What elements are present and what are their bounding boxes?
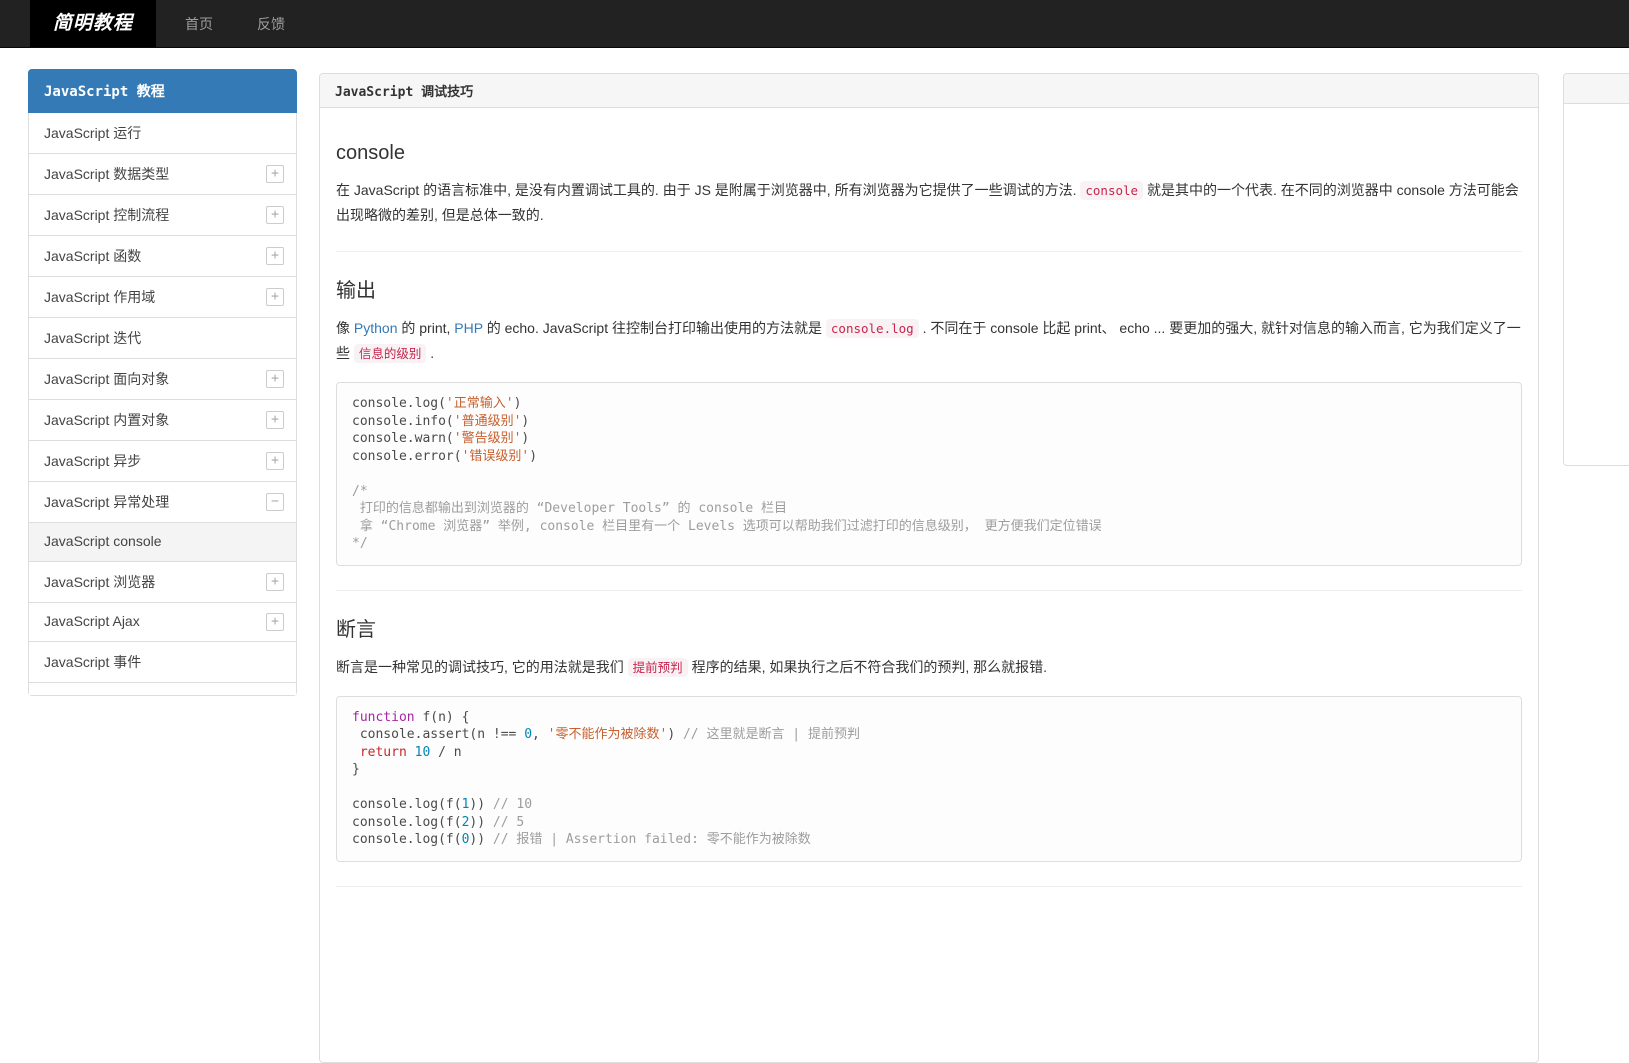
- inline-code: 信息的级别: [353, 344, 427, 363]
- sidebar-item-label: JavaScript 浏览器: [44, 574, 156, 590]
- sidebar-item-label: JavaScript 控制流程: [44, 207, 170, 223]
- sidebar: JavaScript 教程 JavaScript 运行 JavaScript 数据…: [28, 69, 297, 696]
- sidebar-item-label: JavaScript Ajax: [44, 613, 140, 629]
- sidebar-item[interactable]: JavaScript 迭代: [29, 318, 296, 359]
- minus-icon[interactable]: −: [266, 493, 284, 511]
- sidebar-item-label: JavaScript 迭代: [44, 330, 142, 346]
- sidebar-item-label: JavaScript 事件: [44, 654, 142, 670]
- sidebar-item[interactable]: JavaScript 事件: [29, 642, 296, 683]
- plus-icon[interactable]: +: [266, 452, 284, 470]
- sidebar-item[interactable]: JavaScript 运行: [29, 113, 296, 154]
- plus-icon[interactable]: +: [266, 288, 284, 306]
- sidebar-item[interactable]: JavaScript 作用域 +: [29, 277, 296, 318]
- paragraph: 像 Python 的 print, PHP 的 echo. JavaScript…: [336, 319, 1521, 363]
- sidebar-item-label: JavaScript 运行: [44, 125, 142, 141]
- plus-icon[interactable]: +: [266, 370, 284, 388]
- section-heading: 输出: [336, 280, 376, 302]
- section-heading: 断言: [336, 618, 376, 641]
- divider: [336, 251, 1522, 252]
- sidebar-item[interactable]: JavaScript Ajax +: [29, 603, 296, 642]
- plus-icon[interactable]: +: [266, 206, 284, 224]
- top-navbar: 简明教程 首页 反馈: [0, 0, 1629, 48]
- divider: [336, 885, 1522, 887]
- sidebar-item[interactable]: JavaScript 数据类型 +: [29, 154, 296, 195]
- sidebar-item[interactable]: JavaScript 控制流程 +: [29, 195, 296, 236]
- text-link[interactable]: PHP: [454, 320, 483, 336]
- plus-icon[interactable]: +: [266, 573, 284, 591]
- text-link[interactable]: Python: [354, 320, 398, 336]
- sidebar-list: JavaScript 运行 JavaScript 数据类型 + JavaScript …: [28, 113, 297, 696]
- sidebar-item[interactable]: JavaScript 面向对象 +: [29, 359, 296, 400]
- inline-code: console.log: [825, 319, 919, 338]
- section-heading: console: [336, 142, 405, 164]
- sidebar-item-label: JavaScript 面向对象: [44, 371, 170, 387]
- sidebar-item[interactable]: JavaScript 异步 +: [29, 441, 296, 482]
- divider: [336, 589, 1522, 591]
- sidebar-item[interactable]: JavaScript 内置对象 +: [29, 400, 296, 441]
- code-block: console.log('正常输入') console.info('普通级别')…: [336, 382, 1522, 566]
- sidebar-item-label: JavaScript console: [44, 533, 162, 549]
- plus-icon[interactable]: +: [266, 411, 284, 429]
- sidebar-item-partial: [29, 683, 296, 695]
- paragraph: 断言是一种常见的调试技巧, 它的用法就是我们 提前预判 程序的结果, 如果执行之…: [336, 657, 1048, 677]
- sidebar-item-label: JavaScript 函数: [44, 248, 142, 264]
- plus-icon[interactable]: +: [266, 165, 284, 183]
- plus-icon[interactable]: +: [266, 247, 284, 265]
- sidebar-item[interactable]: JavaScript 函数 +: [29, 236, 296, 277]
- page-title: JavaScript 调试技巧: [320, 74, 1538, 108]
- sidebar-header: JavaScript 教程: [28, 69, 297, 113]
- sidebar-item[interactable]: JavaScript 异常处理 −: [29, 482, 296, 523]
- plus-icon[interactable]: +: [266, 613, 284, 631]
- right-panel-partial: [1563, 73, 1629, 466]
- nav-link-home[interactable]: 首页: [170, 0, 228, 47]
- article-body: console 在 JavaScript 的语言标准中, 是没有内置调试工具的. …: [320, 108, 1538, 927]
- article-panel: JavaScript 调试技巧 console 在 JavaScript 的语言标…: [319, 73, 1539, 1063]
- sidebar-item[interactable]: JavaScript 浏览器 +: [29, 562, 296, 603]
- sidebar-item-label: JavaScript 数据类型: [44, 166, 170, 182]
- code-block: function f(n) { console.assert(n !== 0, …: [336, 695, 1522, 862]
- nav-link-feedback[interactable]: 反馈: [242, 0, 300, 47]
- sidebar-item-label: JavaScript 内置对象: [44, 412, 170, 428]
- sidebar-item-label: JavaScript 异步: [44, 453, 142, 469]
- inline-code: 提前预判: [627, 657, 688, 677]
- sidebar-item-label: JavaScript 作用域: [44, 289, 156, 305]
- sidebar-item-label: JavaScript 异常处理: [44, 494, 170, 510]
- paragraph: 在 JavaScript 的语言标准中, 是没有内置调试工具的. 由于 JS 是…: [336, 181, 1519, 223]
- brand-logo[interactable]: 简明教程: [30, 0, 157, 47]
- inline-code: console: [1080, 181, 1144, 200]
- sidebar-item[interactable]: JavaScript console: [29, 523, 296, 562]
- right-panel-heading: [1564, 74, 1629, 104]
